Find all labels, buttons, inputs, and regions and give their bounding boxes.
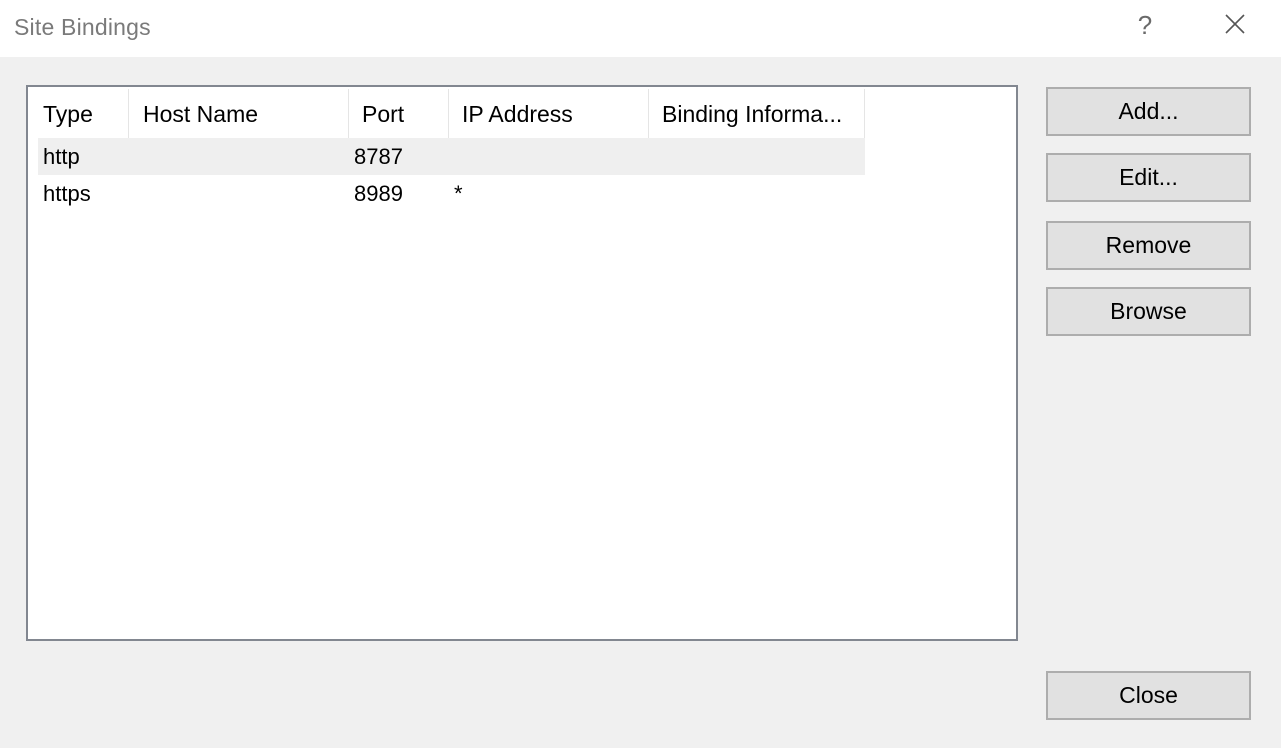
column-header-type[interactable]: Type xyxy=(38,89,129,139)
column-header-ip-address[interactable]: IP Address xyxy=(449,89,649,139)
table-row[interactable]: http 8787 xyxy=(38,138,865,175)
window-title: Site Bindings xyxy=(14,14,151,40)
add-button[interactable]: Add... xyxy=(1046,87,1251,136)
cell-port: 8989 xyxy=(354,181,403,206)
list-header: Type Host Name Port IP Address Binding I… xyxy=(38,89,865,139)
help-icon[interactable]: ? xyxy=(1132,8,1158,42)
browse-button[interactable]: Browse xyxy=(1046,287,1251,336)
column-header-port[interactable]: Port xyxy=(349,89,449,139)
column-header-host-name[interactable]: Host Name xyxy=(129,89,349,139)
cell-binding-information xyxy=(649,175,865,212)
title-bar: Site Bindings ? xyxy=(0,0,1281,57)
table-row[interactable]: https 8989 * xyxy=(38,175,865,212)
cell-host-name xyxy=(129,175,349,212)
cell-binding-information xyxy=(649,138,865,175)
edit-button[interactable]: Edit... xyxy=(1046,153,1251,202)
cell-ip-address: * xyxy=(454,181,463,206)
cell-host-name xyxy=(129,138,349,175)
cell-ip-address xyxy=(449,138,649,175)
cell-type: http xyxy=(43,144,80,169)
close-button[interactable]: Close xyxy=(1046,671,1251,720)
close-icon[interactable] xyxy=(1218,8,1252,42)
cell-type: https xyxy=(43,181,91,206)
column-header-binding-information[interactable]: Binding Informa... xyxy=(649,89,865,139)
bindings-list[interactable]: Type Host Name Port IP Address Binding I… xyxy=(26,85,1018,641)
remove-button[interactable]: Remove xyxy=(1046,221,1251,270)
cell-port: 8787 xyxy=(354,144,403,169)
